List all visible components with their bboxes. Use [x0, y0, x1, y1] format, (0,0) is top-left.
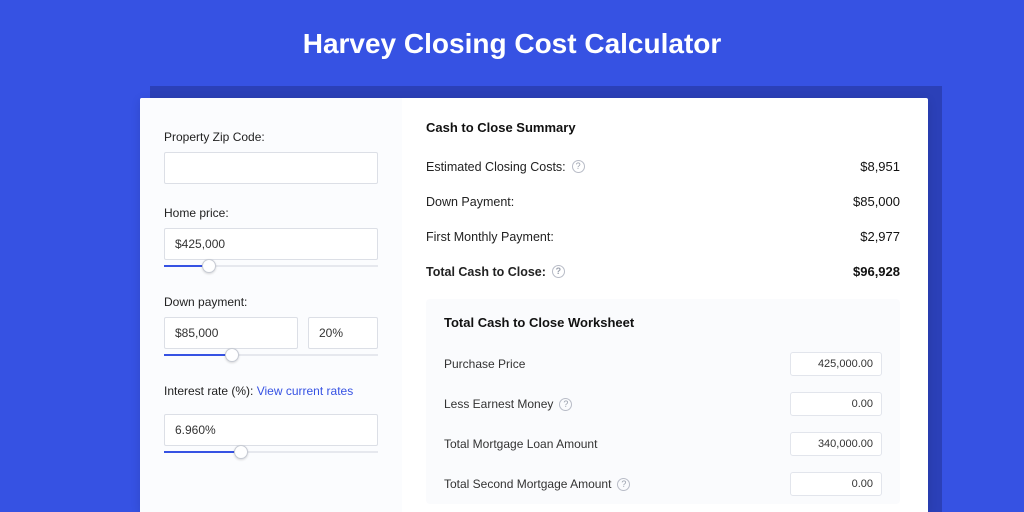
- results-panel: Cash to Close Summary Estimated Closing …: [402, 98, 928, 512]
- summary-row-value: $85,000: [853, 194, 900, 209]
- inputs-panel: Property Zip Code: Home price: Down paym…: [140, 98, 402, 512]
- summary-rows: Estimated Closing Costs:? $8,951 Down Paym…: [426, 149, 900, 254]
- interest-input[interactable]: [164, 414, 378, 446]
- interest-label: Interest rate (%):: [164, 384, 253, 398]
- worksheet-row: Less Earnest Money?: [444, 384, 882, 424]
- worksheet-row-input[interactable]: [790, 472, 882, 496]
- help-icon[interactable]: ?: [552, 265, 565, 278]
- down-payment-amount-input[interactable]: [164, 317, 298, 349]
- summary-row-label: First Monthly Payment:: [426, 230, 554, 244]
- worksheet-row: Purchase Price: [444, 344, 882, 384]
- home-price-label: Home price:: [164, 206, 229, 220]
- summary-total-label: Total Cash to Close:: [426, 265, 546, 279]
- summary-row-value: $8,951: [860, 159, 900, 174]
- summary-row: Down Payment: $85,000: [426, 184, 900, 219]
- worksheet-row: Total Second Mortgage Amount?: [444, 464, 882, 504]
- card-right-shadow: [928, 86, 942, 512]
- down-payment-slider[interactable]: [164, 348, 378, 362]
- summary-row-label: Down Payment:: [426, 195, 514, 209]
- slider-thumb[interactable]: [234, 445, 248, 459]
- worksheet-rows: Purchase Price Less Earnest Money? Total M…: [444, 344, 882, 504]
- slider-fill: [164, 451, 241, 453]
- summary-row: First Monthly Payment: $2,977: [426, 219, 900, 254]
- summary-total-value: $96,928: [853, 264, 900, 279]
- down-payment-field-group: Down payment:: [164, 295, 378, 362]
- worksheet-row-input[interactable]: [790, 432, 882, 456]
- worksheet-row-label: Purchase Price: [444, 357, 525, 371]
- worksheet-row-input[interactable]: [790, 392, 882, 416]
- worksheet-panel: Total Cash to Close Worksheet Purchase P…: [426, 299, 900, 504]
- view-rates-link[interactable]: View current rates: [257, 384, 354, 398]
- interest-field-group: Interest rate (%): View current rates: [164, 384, 378, 459]
- home-price-input[interactable]: [164, 228, 378, 260]
- summary-row: Estimated Closing Costs:? $8,951: [426, 149, 900, 184]
- help-icon[interactable]: ?: [572, 160, 585, 173]
- page-title: Harvey Closing Cost Calculator: [0, 0, 1024, 78]
- worksheet-row: Total Mortgage Loan Amount: [444, 424, 882, 464]
- worksheet-row-label: Less Earnest Money: [444, 397, 553, 411]
- slider-thumb[interactable]: [202, 259, 216, 273]
- summary-row-value: $2,977: [860, 229, 900, 244]
- zip-label: Property Zip Code:: [164, 130, 265, 144]
- help-icon[interactable]: ?: [559, 398, 572, 411]
- worksheet-row-label: Total Mortgage Loan Amount: [444, 437, 597, 451]
- worksheet-row-input[interactable]: [790, 352, 882, 376]
- home-price-slider[interactable]: [164, 259, 378, 273]
- worksheet-row-label: Total Second Mortgage Amount: [444, 477, 611, 491]
- slider-fill: [164, 354, 232, 356]
- slider-thumb[interactable]: [225, 348, 239, 362]
- calculator-card: Property Zip Code: Home price: Down paym…: [140, 98, 928, 512]
- summary-row-label: Estimated Closing Costs:: [426, 160, 566, 174]
- summary-total-row: Total Cash to Close: ? $96,928: [426, 254, 900, 289]
- down-payment-label: Down payment:: [164, 295, 247, 309]
- worksheet-title: Total Cash to Close Worksheet: [444, 315, 882, 330]
- interest-slider[interactable]: [164, 445, 378, 459]
- zip-field-group: Property Zip Code:: [164, 130, 378, 184]
- zip-input[interactable]: [164, 152, 378, 184]
- help-icon[interactable]: ?: [617, 478, 630, 491]
- down-payment-percent-input[interactable]: [308, 317, 378, 349]
- summary-title: Cash to Close Summary: [426, 120, 900, 135]
- home-price-field-group: Home price:: [164, 206, 378, 273]
